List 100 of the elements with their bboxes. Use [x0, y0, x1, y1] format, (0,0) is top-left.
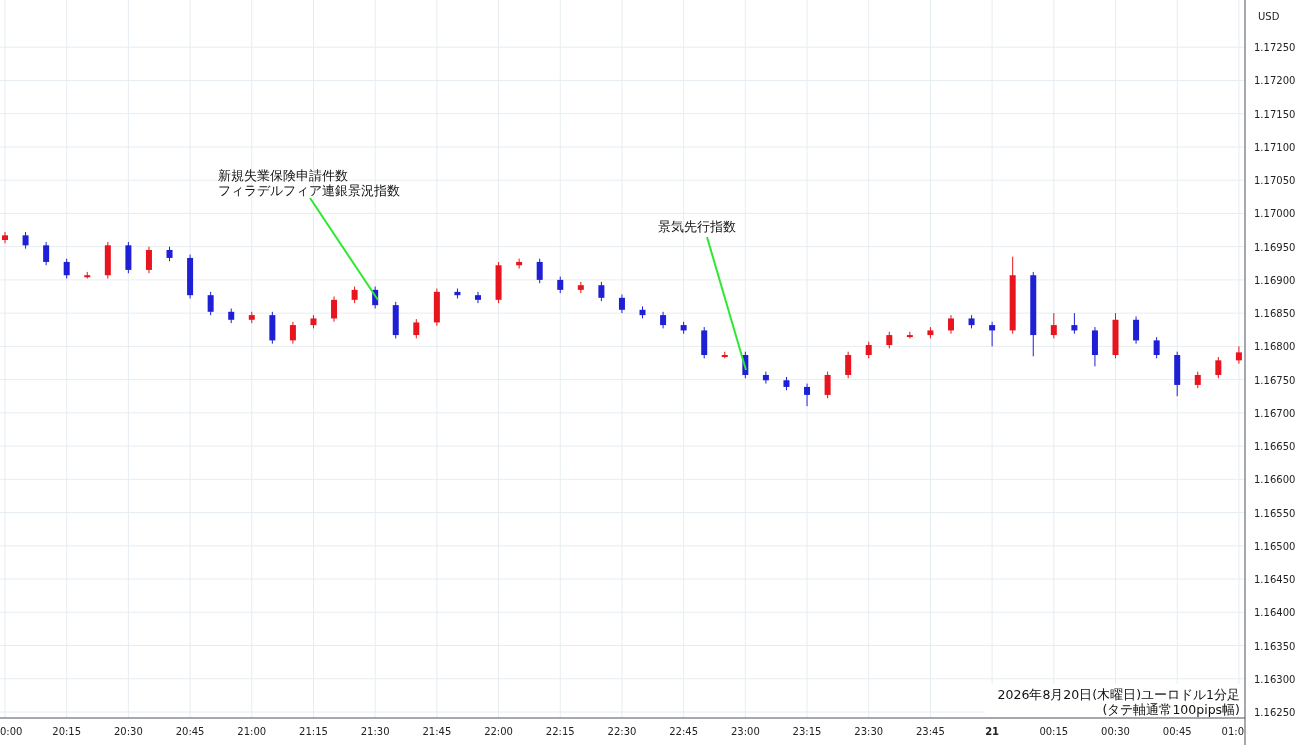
candle: [824, 371, 831, 399]
candle: [742, 351, 749, 379]
candle: [454, 288, 461, 299]
x-axis-label: 21:00: [237, 726, 267, 737]
candle: [310, 314, 317, 329]
candle: [166, 246, 173, 262]
chart-caption: 2026年8月20日(木曜日)ユーロドル1分足: [997, 687, 1240, 702]
x-axis-label: 23:00: [730, 726, 760, 737]
y-axis-label: 1.16500: [1254, 540, 1296, 552]
candle: [495, 261, 502, 304]
candle: [289, 321, 296, 345]
y-axis-label: 1.17200: [1254, 75, 1296, 87]
candle: [968, 314, 975, 329]
candle: [331, 296, 338, 323]
candle: [1091, 326, 1098, 367]
candle: [886, 331, 893, 349]
candle: [1112, 312, 1119, 359]
candle: [104, 241, 111, 280]
candle: [845, 351, 852, 379]
candle: [2, 231, 8, 244]
candle: [516, 258, 523, 270]
y-axis-label: 1.16400: [1254, 607, 1296, 619]
y-axis-label: 1.17150: [1254, 108, 1296, 120]
candle: [1071, 312, 1078, 335]
candle: [906, 331, 913, 339]
y-axis-label: 1.16250: [1254, 707, 1296, 718]
y-axis-label: 1.16550: [1254, 507, 1296, 519]
x-axis-label: 01:0: [1221, 726, 1244, 737]
y-axis-label: 1.16850: [1254, 308, 1296, 320]
y-axis-label: 1.16950: [1254, 241, 1296, 253]
annotation-label: 新規失業保険申請件数: [218, 168, 348, 183]
chart-caption: (タテ軸通常100pips幅): [1102, 702, 1240, 717]
candle: [1050, 312, 1057, 339]
candle: [660, 311, 667, 329]
x-axis-label: 00:45: [1162, 726, 1192, 737]
y-axis-label: 1.16350: [1254, 640, 1296, 652]
x-axis-label: 00:30: [1101, 726, 1130, 737]
x-axis-label: 22:45: [669, 726, 699, 737]
candle: [372, 286, 379, 309]
y-axis-label: 1.16300: [1254, 673, 1296, 685]
candle: [145, 246, 152, 274]
y-axis-label: 1.17050: [1254, 175, 1296, 187]
y-axis-label: 1.17250: [1254, 42, 1296, 54]
candle: [762, 371, 769, 385]
candle: [577, 281, 584, 294]
candle: [207, 291, 214, 316]
candle: [639, 306, 646, 319]
x-axis-label: 21:45: [422, 726, 452, 737]
y-axis-label: 1.16700: [1254, 407, 1296, 419]
y-axis-label: 1.16750: [1254, 374, 1296, 386]
candle: [536, 258, 543, 284]
candle: [269, 311, 276, 345]
y-axis-label: 1.16650: [1254, 441, 1296, 453]
x-axis-label: 20:15: [52, 726, 82, 737]
x-axis-label: 21:15: [299, 726, 328, 737]
candle: [680, 321, 687, 335]
candle: [22, 231, 29, 250]
candle: [1215, 356, 1222, 379]
y-axis-label: 1.16450: [1254, 574, 1296, 586]
y-axis-label: 1.16800: [1254, 341, 1296, 353]
candle: [351, 286, 358, 304]
candle: [248, 311, 255, 324]
x-axis-label: 0:00: [0, 726, 23, 737]
candle: [783, 376, 790, 391]
candle: [433, 288, 440, 327]
candle: [865, 341, 872, 359]
candle: [187, 254, 194, 299]
candle: [618, 294, 625, 314]
y-axis-label: 1.16900: [1254, 274, 1296, 286]
candle: [43, 241, 50, 266]
x-axis-label: 20:30: [114, 726, 143, 737]
x-axis-label: 23:45: [916, 726, 945, 737]
candle: [228, 307, 235, 324]
candle: [84, 271, 91, 280]
x-axis-label: 21:30: [360, 726, 390, 737]
y-axis-label: 1.17000: [1254, 208, 1296, 220]
y-axis-label: 1.16600: [1254, 474, 1296, 486]
candle: [701, 326, 708, 359]
candle: [1194, 371, 1201, 389]
candle: [989, 321, 996, 347]
x-axis-label: 23:30: [854, 726, 884, 737]
x-axis-label: 20:45: [175, 726, 205, 737]
candle: [413, 318, 420, 339]
annotation-label: フィラデルフィア連銀景況指数: [218, 183, 400, 198]
candle: [392, 301, 399, 339]
x-axis-label: 22:00: [484, 726, 513, 737]
candle: [63, 258, 70, 280]
x-axis-label: 21: [985, 726, 1000, 737]
candle: [948, 314, 954, 335]
x-axis-label: 22:30: [607, 726, 637, 737]
x-axis-label: 00:15: [1039, 726, 1069, 737]
x-axis-label: 22:15: [545, 726, 575, 737]
candle: [1235, 345, 1242, 365]
annotation-label: 景気先行指数: [658, 219, 736, 234]
candle: [125, 241, 132, 274]
candle: [721, 351, 728, 359]
y-axis-label: 1.17100: [1254, 141, 1296, 153]
candle: [557, 276, 564, 294]
candle: [1174, 351, 1181, 397]
candle: [804, 383, 811, 407]
